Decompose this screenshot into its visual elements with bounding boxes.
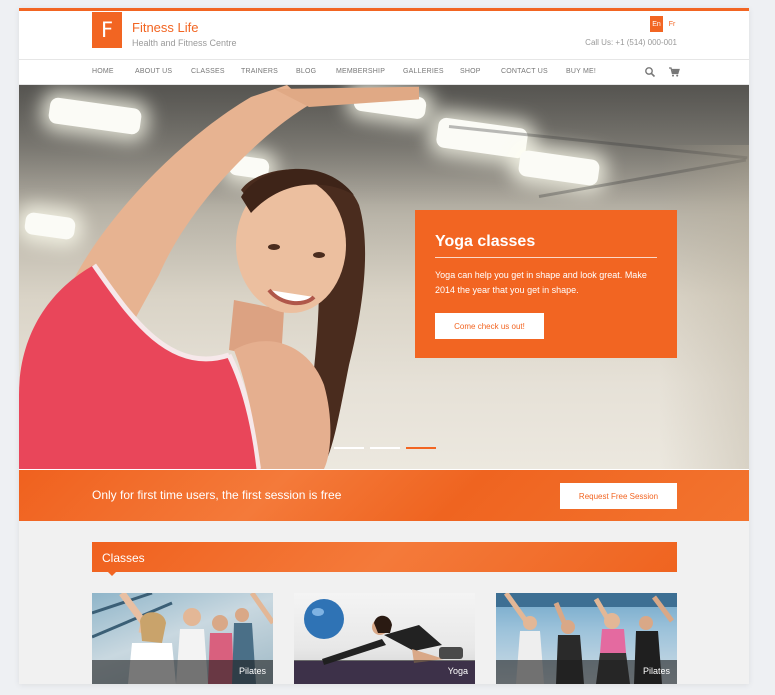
nav-item-about-us[interactable]: ABOUT US: [135, 68, 172, 75]
main-nav: HOME ABOUT US CLASSES TRAINERS BLOG MEMB…: [19, 59, 749, 85]
cart-icon[interactable]: [668, 66, 680, 78]
class-card-pilates-2[interactable]: Pilates: [496, 593, 677, 684]
card-label: Pilates: [642, 666, 670, 676]
nav-item-blog[interactable]: BLOG: [296, 68, 316, 75]
card-label: Yoga: [447, 666, 468, 676]
classes-header-pointer: [107, 571, 117, 576]
nav-item-galleries[interactable]: GALLERIES: [403, 68, 444, 75]
top-accent-bar: [19, 8, 749, 11]
slider-dot-1[interactable]: [334, 447, 364, 449]
search-icon[interactable]: [644, 66, 656, 78]
nav-item-shop[interactable]: SHOP: [460, 68, 481, 75]
free-session-banner: Only for first time users, the first ses…: [19, 470, 749, 521]
class-card-yoga[interactable]: Yoga: [294, 593, 475, 684]
class-card-pilates[interactable]: Pilates: [92, 593, 273, 684]
language-fr[interactable]: Fr: [666, 16, 678, 32]
slider-dot-2[interactable]: [370, 447, 400, 449]
logo[interactable]: F: [92, 12, 122, 48]
hero-slider: Yoga classes Yoga can help you get in sh…: [19, 85, 749, 469]
site-title[interactable]: Fitness Life: [132, 20, 198, 35]
woman-photo: [19, 85, 419, 469]
card-caption: Yoga: [294, 660, 475, 684]
nav-item-home[interactable]: HOME: [92, 68, 114, 75]
classes-header: Classes: [92, 542, 677, 572]
language-en[interactable]: En: [650, 16, 663, 32]
nav-item-contact-us[interactable]: CONTACT US: [501, 68, 548, 75]
banner-text: Only for first time users, the first ses…: [92, 488, 342, 502]
nav-item-membership[interactable]: MEMBERSHIP: [336, 68, 385, 75]
come-check-us-out-button[interactable]: Come check us out!: [435, 313, 544, 339]
card-caption: Pilates: [92, 660, 273, 684]
promo-text: Yoga can help you get in shape and look …: [435, 270, 647, 295]
nav-item-classes[interactable]: CLASSES: [191, 68, 225, 75]
promo-divider: [435, 257, 657, 258]
request-free-session-button[interactable]: Request Free Session: [560, 483, 677, 509]
logo-letter: F: [100, 18, 114, 42]
site-tagline: Health and Fitness Centre: [132, 38, 237, 48]
promo-box: Yoga classes Yoga can help you get in sh…: [415, 210, 677, 358]
slider-dot-3[interactable]: [406, 447, 436, 449]
promo-title: Yoga classes: [435, 233, 536, 250]
card-label: Pilates: [238, 666, 266, 676]
classes-title: Classes: [102, 551, 145, 565]
page-frame: F Fitness Life Health and Fitness Centre…: [19, 8, 749, 684]
nav-item-trainers[interactable]: TRAINERS: [241, 68, 278, 75]
card-caption: Pilates: [496, 660, 677, 684]
nav-item-buy-me[interactable]: BUY ME!: [566, 68, 596, 75]
phone-number: Call Us: +1 (514) 000-001: [585, 38, 677, 47]
